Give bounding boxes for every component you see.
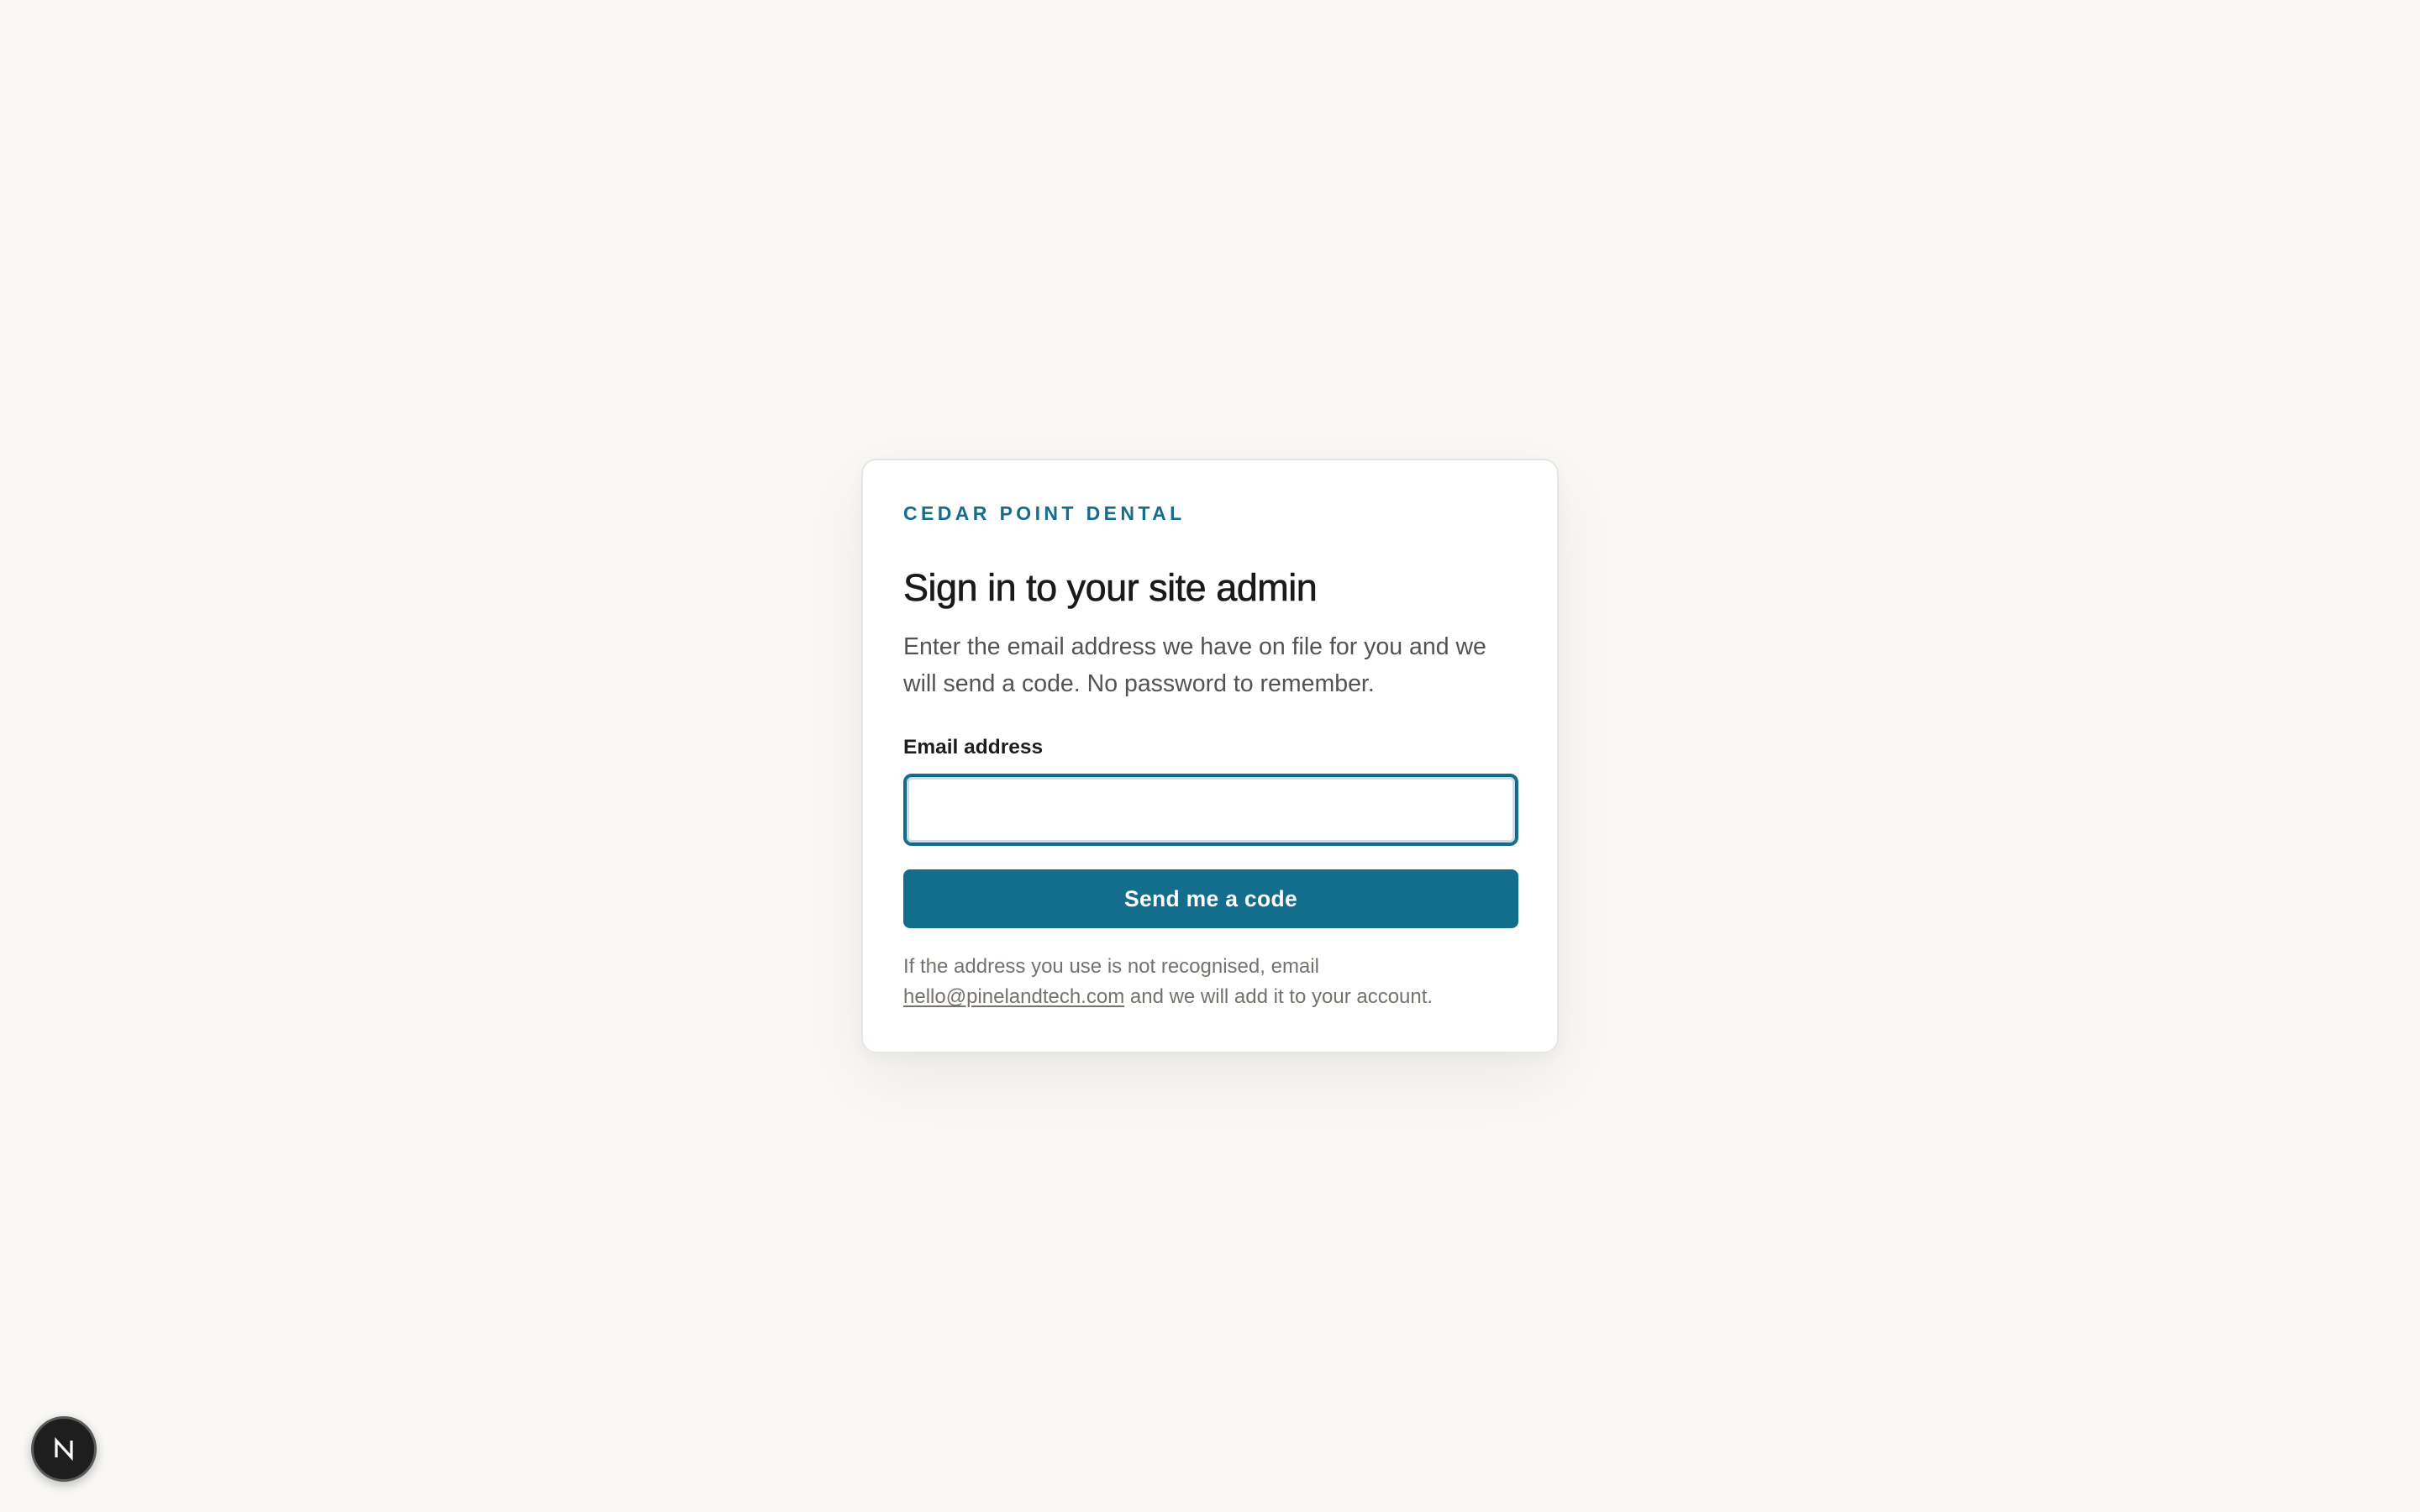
help-text-suffix: and we will add it to your account. <box>1129 985 1434 1008</box>
login-card: CEDAR POINT DENTAL Sign in to your site … <box>861 459 1559 1053</box>
instructions-text: Enter the email address we have on file … <box>903 633 1486 697</box>
page-title: Sign in to your site admin <box>903 566 1318 610</box>
n-logo-icon <box>55 1436 73 1462</box>
email-label: Email address <box>903 736 1044 759</box>
brand-name: CEDAR POINT DENTAL <box>903 502 1186 524</box>
page: CEDAR POINT DENTAL Sign in to your site … <box>0 0 2420 1512</box>
support-email-link[interactable]: hello@pinelandtech.com <box>903 985 1124 1008</box>
email-input[interactable] <box>903 774 1518 846</box>
help-text: If the address you use is not recognised… <box>903 952 1525 1012</box>
help-text-prefix: If the address you use is not recognised… <box>903 955 1319 978</box>
send-code-button[interactable]: Send me a code <box>903 869 1518 928</box>
dev-tools-badge[interactable] <box>31 1416 97 1482</box>
